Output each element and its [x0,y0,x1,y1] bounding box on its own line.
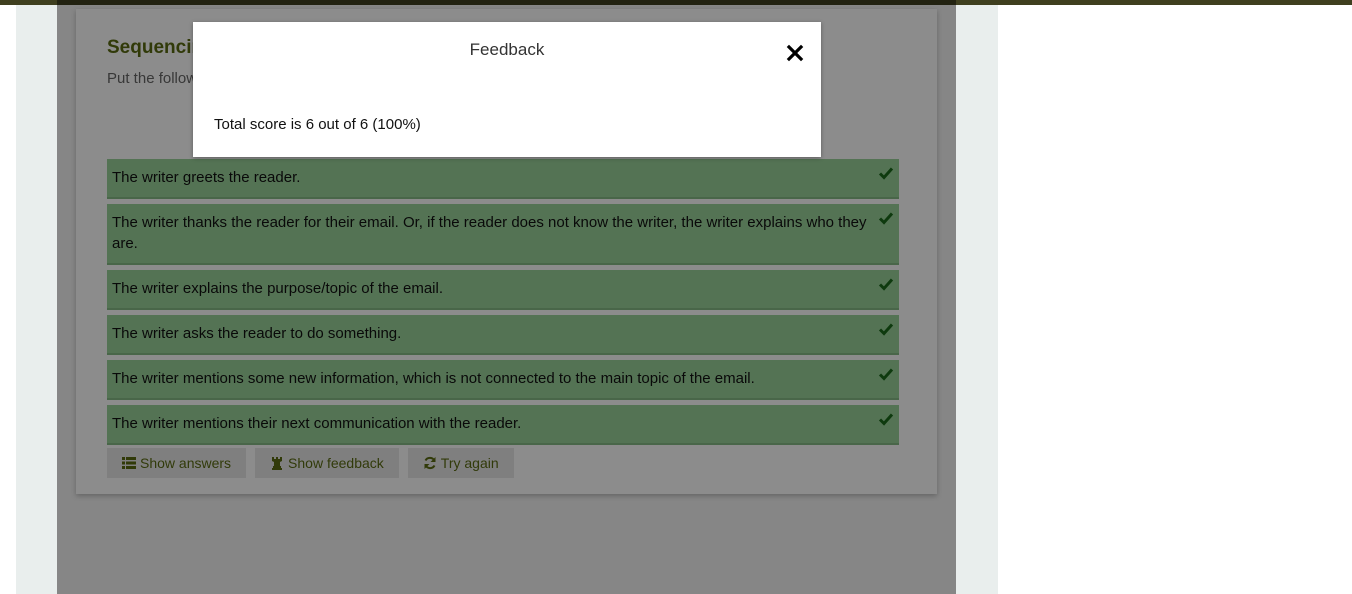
action-buttons: Show answers Show feedback Try again [107,448,514,478]
sequence-item[interactable]: The writer mentions some new information… [107,360,899,400]
refresh-icon [424,456,436,470]
left-gutter [16,5,57,594]
sequence-list: The writer greets the reader. The writer… [107,159,899,450]
check-icon [878,167,894,180]
sequence-item-text: The writer explains the purpose/topic of… [112,280,444,297]
check-icon [878,368,894,381]
sequence-item-text: The writer mentions their next communica… [112,415,522,432]
sequence-item-text: The writer mentions some new information… [112,370,755,387]
rook-icon [272,457,283,470]
check-icon [878,278,894,291]
list-icon [122,457,136,469]
sequence-item-text: The writer thanks the reader for their e… [112,214,867,252]
close-icon[interactable] [785,43,805,63]
show-feedback-button[interactable]: Show feedback [255,448,399,478]
show-feedback-label: Show feedback [288,455,384,471]
check-icon [878,323,894,336]
sequence-item[interactable]: The writer thanks the reader for their e… [107,204,899,265]
check-icon [878,413,894,426]
check-icon [878,212,894,225]
sequence-item-text: The writer greets the reader. [112,169,301,186]
show-answers-label: Show answers [140,455,232,471]
sequence-item-text: The writer asks the reader to do somethi… [112,325,402,342]
feedback-dialog: Feedback Total score is 6 out of 6 (100%… [193,22,821,157]
score-text: Total score is 6 out of 6 (100%) [214,116,421,133]
sequence-item[interactable]: The writer explains the purpose/topic of… [107,270,899,310]
sequence-item[interactable]: The writer asks the reader to do somethi… [107,315,899,355]
sequence-item[interactable]: The writer greets the reader. [107,159,899,199]
try-again-button[interactable]: Try again [407,448,514,478]
sequence-item[interactable]: The writer mentions their next communica… [107,405,899,445]
show-answers-button[interactable]: Show answers [107,448,247,478]
dialog-title: Feedback [469,40,545,59]
try-again-label: Try again [440,455,499,471]
right-gutter [956,5,998,594]
